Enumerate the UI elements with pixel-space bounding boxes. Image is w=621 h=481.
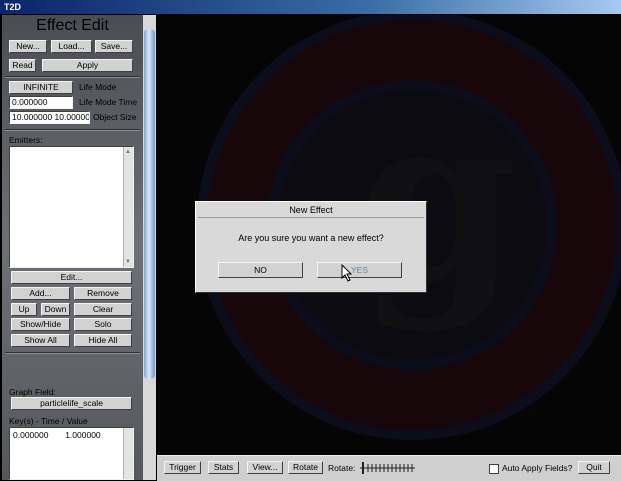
keys-label: Key(s) - Time / Value	[9, 416, 88, 426]
move-up-button[interactable]: Up	[11, 303, 37, 316]
show-all-button[interactable]: Show All	[11, 334, 70, 347]
effect-edit-panel: Effect Edit New... Load... Save... Read …	[2, 15, 143, 480]
remove-emitter-button[interactable]: Remove	[74, 287, 132, 300]
life-mode-time-input[interactable]: 0.000000	[9, 96, 73, 109]
window-title-bar: T2D	[0, 0, 621, 14]
bottom-toolbar: Trigger Stats View... Rotate Rotate: Aut…	[157, 455, 621, 481]
rotate-button[interactable]: Rotate	[288, 461, 323, 474]
dialog-message: Are you sure you want a new effect?	[238, 233, 384, 243]
graph-field-selector[interactable]: particlelife_scale	[11, 397, 132, 410]
quit-button[interactable]: Quit	[578, 461, 610, 474]
emitters-label: Emitters:	[9, 135, 43, 145]
object-size-input[interactable]: 10.000000 10.000000	[9, 111, 90, 124]
hide-all-button[interactable]: Hide All	[74, 334, 132, 347]
load-button[interactable]: Load...	[51, 40, 92, 53]
svg-text:g: g	[357, 65, 518, 335]
solo-button[interactable]: Solo	[74, 318, 132, 331]
dialog-title: New Effect	[198, 204, 424, 218]
auto-apply-label: Auto Apply Fields?	[502, 463, 573, 473]
new-button[interactable]: New...	[9, 40, 47, 53]
object-size-label: Object Size	[93, 112, 137, 122]
life-mode-button[interactable]: INFINITE	[9, 81, 73, 94]
panel-title: Effect Edit	[36, 17, 109, 34]
stats-button[interactable]: Stats	[208, 461, 239, 474]
scroll-down-arrow-icon[interactable]: ▼	[125, 259, 131, 265]
rotate-slider[interactable]	[360, 461, 415, 475]
window-title: T2D	[4, 2, 22, 12]
move-down-button[interactable]: Down	[41, 303, 70, 316]
edit-emitter-button[interactable]: Edit...	[11, 271, 132, 284]
emitters-list[interactable]: ▲ ▼	[9, 146, 134, 268]
auto-apply-checkbox[interactable]	[489, 464, 499, 474]
graph-field-label: Graph Field:	[9, 387, 56, 397]
new-effect-dialog: New Effect Are you sure you want a new e…	[195, 201, 427, 293]
separator	[5, 76, 140, 78]
separator	[5, 352, 140, 354]
panel-scrollbar-thumb[interactable]	[144, 29, 155, 379]
show-hide-button[interactable]: Show/Hide	[11, 318, 70, 331]
key-row[interactable]: 0.000000 1.000000	[13, 430, 101, 440]
keys-list[interactable]: 0.000000 1.000000	[9, 427, 134, 480]
clear-button[interactable]: Clear	[74, 303, 132, 316]
rotate-label: Rotate:	[328, 463, 356, 473]
no-button[interactable]: NO	[218, 262, 303, 278]
panel-scrollbar[interactable]	[143, 15, 156, 480]
read-button[interactable]: Read	[9, 59, 36, 72]
scroll-up-arrow-icon[interactable]: ▲	[125, 149, 131, 155]
trigger-button[interactable]: Trigger	[164, 461, 201, 474]
save-button[interactable]: Save...	[95, 40, 133, 53]
yes-button[interactable]: YES	[317, 262, 402, 278]
separator	[5, 129, 140, 131]
emitters-list-scrollbar[interactable]: ▲ ▼	[123, 147, 133, 267]
key-value: 1.000000	[65, 430, 101, 440]
view-button[interactable]: View...	[247, 461, 283, 474]
life-mode-label: Life Mode	[79, 82, 117, 92]
key-time: 0.000000	[13, 430, 49, 440]
keys-list-scrollbar[interactable]	[123, 428, 133, 479]
apply-button[interactable]: Apply	[42, 59, 133, 72]
arrow-pointer-icon	[341, 264, 353, 282]
life-mode-time-label: Life Mode Time	[79, 97, 138, 107]
add-emitter-button[interactable]: Add...	[11, 287, 70, 300]
